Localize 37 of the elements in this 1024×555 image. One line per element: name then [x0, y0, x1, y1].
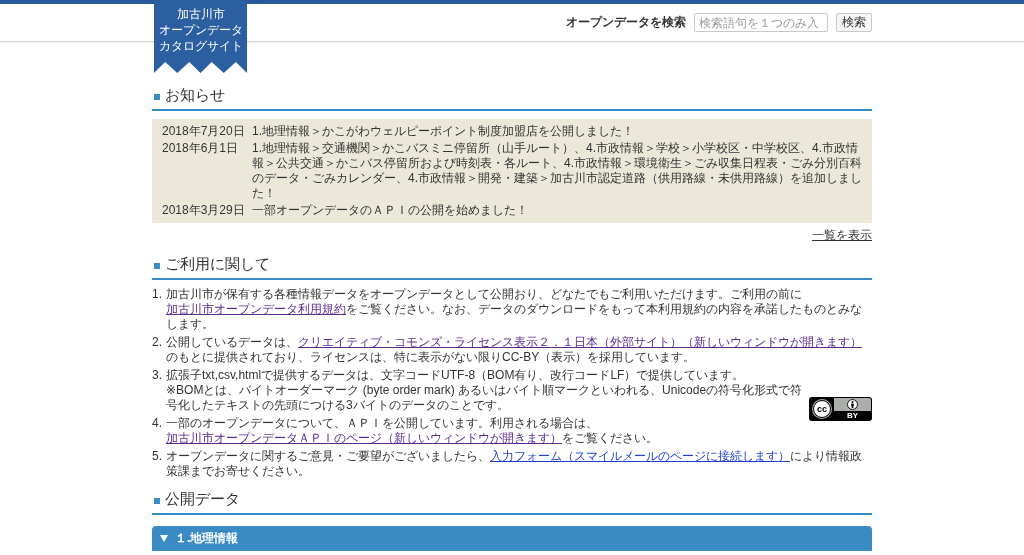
list-item-text: オープンデータに関するご意見・ご要望がございましたら、入力フォーム（スマイルメールのページに接続します）により情報政策課までお寄せください。 — [166, 449, 863, 479]
list-number: 3. — [152, 368, 163, 384]
category-header[interactable]: １.地理情報 — [152, 526, 872, 551]
caret-down-icon — [160, 535, 168, 542]
news-text: 1.地理情報＞かこがわウェルピーポイント制度加盟店を公開しました！ — [252, 124, 634, 139]
list-number: 1. — [152, 287, 163, 303]
search-field[interactable]: 検索語句を１つのみ入 — [694, 13, 828, 32]
inline-link[interactable]: 加古川市オープンデータＡＰＩのページ（新しいウィンドウが開きます） — [166, 431, 562, 445]
square-bullet-icon — [154, 94, 160, 100]
square-bullet-icon — [154, 498, 160, 504]
list-item-text: 加古川市が保有する各種情報データをオープンデータとして公開おり、どなたでもご利用いただけます。ご利用の前に 加古川市オープンデータ利用規約をご覧ください。なお、データのダウンロードをもって本利用規約の内容を承諾したものとみなします。 — [166, 287, 863, 332]
section-heading: 公開データ — [165, 490, 240, 508]
list-number: 2. — [152, 335, 163, 351]
inline-link[interactable]: クリエイティブ・コモンズ・ライセンス表示２．１日本（外部サイト）（新しいウィンドウが開きます） — [298, 335, 862, 349]
list-item-text: 公開しているデータは、クリエイティブ・コモンズ・ライセンス表示２．１日本（外部サイト）（新しいウィンドウが開きます） のもとに提供されており、ライセンスは、特に表示がない限りCC-BY（表示）を採用しています。 — [166, 335, 863, 365]
section-heading: ご利用に関して — [165, 255, 270, 273]
inline-link[interactable]: 入力フォーム（スマイルメールのページに接続します） — [490, 449, 790, 463]
list-item-text: 一部のオープンデータについて、ＡＰＩを公開しています。利用される場合は、 加古川市オープンデータＡＰＩのページ（新しいウィンドウが開きます）をご覧ください。 — [166, 416, 659, 446]
logo-banner[interactable]: 加古川市 オープンデータ カタログサイト — [154, 0, 247, 73]
search-button[interactable]: 検索 — [836, 13, 872, 32]
view-all-link[interactable]: 一覧を表示 — [812, 228, 872, 242]
list-number: 4. — [152, 416, 163, 432]
news-text: 1.地理情報＞交通機関＞かこバスミニ停留所（山手ルート）、4.市政情報＞学校＞小学校区・中学校区、4.市政情報＞公共交通＞かこバス停留所および時刻表・各ルート、4.市政情報＞環境衛生＞ごみ収集日程表・ごみ分別百科のデータ・ごみカレンダー、4.市政情報＞開発・建築＞加古川市認定道路（供用路線・未供用路線）を追加しました！ — [252, 141, 863, 201]
list-number: 5. — [152, 449, 163, 465]
square-bullet-icon — [154, 263, 160, 269]
news-date: 2018年6月1日 — [162, 141, 240, 157]
list-item-text: 拡張子txt,csv,htmlで提供するデータは、文字コードUTF-8（BOM有り、改行コードLF）で提供しています。 — [166, 368, 746, 383]
badge-label: BY — [834, 411, 871, 420]
news-text: 一部オープンデータのＡＰＩの公開を始めました！ — [252, 203, 528, 218]
news-date: 2018年7月20日 — [162, 124, 246, 139]
inline-link[interactable]: 加古川市オープンデータ利用規約 — [166, 302, 346, 316]
site-title: 加古川市 オープンデータ カタログサイト — [158, 6, 243, 54]
license-symbol: cc — [813, 400, 831, 418]
note-text: ※BOMとは、バイトオーダーマーク (byte order mark) あるいはバイト順マークといわれる、Unicodeの符号化形式で符号化したテキストの先頭につける3バイトのデータのことです。 — [166, 383, 803, 413]
search-label: オープンデータを検索 — [566, 15, 686, 30]
section-heading: お知らせ — [165, 86, 225, 104]
news-date: 2018年3月29日 — [162, 203, 246, 218]
